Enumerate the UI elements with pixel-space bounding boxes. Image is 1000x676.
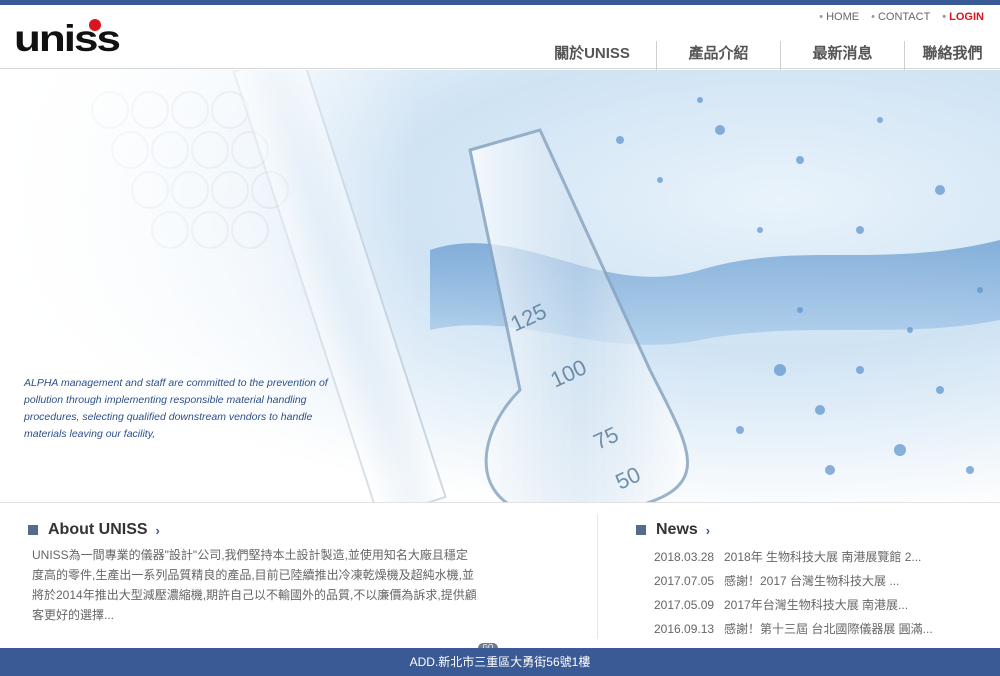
news-item[interactable]: 2018.03.28 2018年 生物科技大展 南港展覽館 2... [654, 545, 986, 569]
utility-nav: • HOME • CONTACT • LOGIN [819, 11, 984, 23]
about-title-row[interactable]: About UNISS › [28, 521, 478, 539]
main-nav: 關於UNISS 產品介紹 最新消息 聯絡我們 [528, 41, 1000, 71]
news-title-row[interactable]: News › [636, 521, 986, 539]
login-link-label: LOGIN [949, 11, 984, 23]
content-section: About UNISS › UNISS為一間專業的儀器"設計"公司,我們堅持本土… [0, 502, 1000, 653]
uniss-logo[interactable]: uniss [14, 17, 138, 61]
section-divider [597, 515, 598, 639]
news-list: 2018.03.28 2018年 生物科技大展 南港展覽館 2... 2017.… [654, 545, 986, 641]
square-bullet-icon [28, 525, 38, 535]
home-link[interactable]: • HOME [819, 11, 859, 23]
home-link-label: HOME [826, 11, 860, 23]
nav-contact[interactable]: 聯絡我們 [904, 41, 1000, 71]
about-text: UNISS為一間專業的儀器"設計"公司,我們堅持本土設計製造,並使用知名大廠且穩… [32, 548, 477, 622]
news-item-title: 2017年台灣生物科技大展 南港展... [724, 598, 909, 612]
about-section: About UNISS › UNISS為一間專業的儀器"設計"公司,我們堅持本土… [28, 521, 498, 653]
bullet-icon: • [871, 11, 875, 23]
news-date: 2017.07.05 [654, 574, 715, 588]
news-date: 2016.09.13 [654, 622, 715, 636]
nav-news[interactable]: 最新消息 [780, 41, 904, 71]
news-item-title: 2018年 生物科技大展 南港展覽館 2... [724, 550, 922, 564]
news-item-title: 感謝！第十三屆 台北國際儀器展 圓滿... [724, 622, 933, 636]
login-link[interactable]: • LOGIN [942, 11, 984, 23]
footer-address: ADD.新北市三重區大勇街56號1樓 [0, 648, 1000, 676]
news-date: 2018.03.28 [654, 550, 715, 564]
news-item[interactable]: 2016.09.13 感謝！第十三屆 台北國際儀器展 圓滿... [654, 617, 986, 641]
contact-link[interactable]: • CONTACT [871, 11, 930, 23]
nav-products[interactable]: 產品介紹 [656, 41, 780, 71]
nav-about[interactable]: 關於UNISS [528, 41, 656, 71]
site-header: uniss • HOME • CONTACT • LOGIN 關於UNISS 產品介紹… [0, 5, 1000, 71]
news-item[interactable]: 2017.05.09 2017年台灣生物科技大展 南港展... [654, 593, 986, 617]
hero-caption: ALPHA management and staff are committed… [24, 377, 328, 440]
news-date: 2017.05.09 [654, 598, 715, 612]
news-title: News [656, 521, 698, 538]
bullet-icon: • [819, 11, 824, 23]
about-title: About UNISS [48, 521, 148, 538]
square-bullet-icon [636, 525, 646, 535]
news-item-title: 感謝！2017 台灣生物科技大展 ... [724, 574, 900, 588]
chevron-right-icon: › [155, 522, 160, 538]
news-item[interactable]: 2017.07.05 感謝！2017 台灣生物科技大展 ... [654, 569, 986, 593]
logo-red-dot [89, 19, 101, 31]
chevron-right-icon: › [705, 522, 711, 538]
news-section: News › 2018.03.28 2018年 生物科技大展 南港展覽館 2..… [636, 521, 986, 641]
contact-link-label: CONTACT [877, 11, 931, 23]
hero-banner: 125 100 75 50 ALPHA management and staff… [0, 70, 1000, 502]
logo-text: uniss [14, 17, 121, 60]
bullet-icon: • [942, 11, 947, 23]
